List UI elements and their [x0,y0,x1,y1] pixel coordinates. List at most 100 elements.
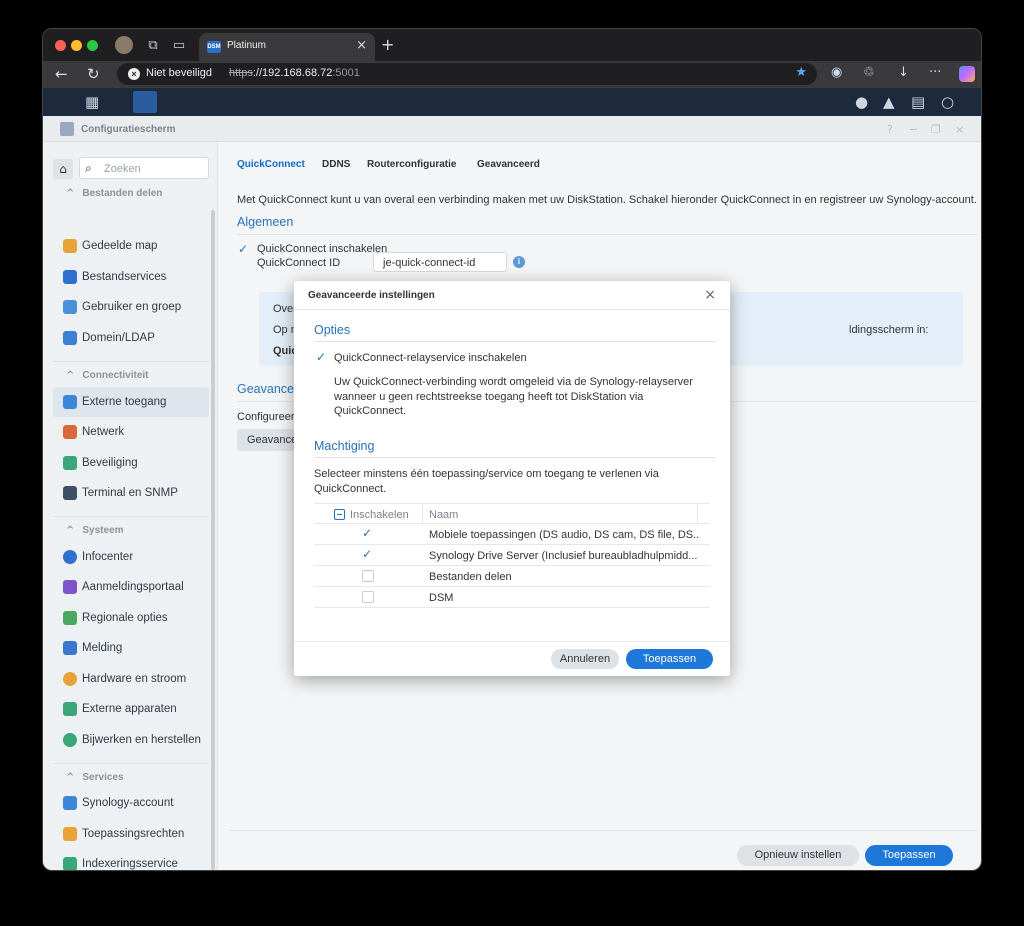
home-icon[interactable]: ⌂ [53,159,73,179]
permission-description-line2: QuickConnect. [314,482,387,495]
relay-description-line1: Uw QuickConnect-verbinding wordt omgelei… [334,376,693,388]
tab-geavanceerd[interactable]: Geavanceerd [477,159,540,170]
advanced-settings-button[interactable]: Geavance [237,429,297,451]
chevron-up-icon: ^ [66,772,75,783]
more-menu-icon[interactable]: ··· [929,65,941,80]
user-icon[interactable]: ▲ [883,93,895,111]
dialog-header-divider [294,309,730,310]
sidebar-item-regionale-opties[interactable]: Regionale opties [53,603,209,633]
downloads-icon[interactable]: ↓ [898,65,909,80]
chevron-up-icon: ^ [66,525,75,536]
sidebar-item-melding[interactable]: Melding [53,633,209,663]
table-row[interactable]: DSM [314,587,710,608]
security-warning[interactable]: Niet beveiligd [146,67,212,79]
select-all-checkbox[interactable] [334,509,345,520]
restore-icon[interactable]: ❐ [931,123,941,136]
section-systeem[interactable]: ^ Systeem [66,525,124,536]
profile-avatar[interactable] [115,36,133,54]
favorite-star-icon[interactable]: ★ [795,65,807,80]
dialog-apply-button[interactable]: Toepassen [626,649,713,669]
reset-button[interactable]: Opnieuw instellen [737,845,859,866]
relay-service-checkbox[interactable]: ✓ [316,351,328,363]
tab-actions-icon[interactable]: ▭ [171,38,187,54]
apply-button[interactable]: Toepassen [865,845,953,866]
back-arrow-icon[interactable]: ← [55,65,68,83]
dialog-title: Geavanceerde instellingen [308,290,435,301]
search-input[interactable]: ⌕ Zoeken [79,157,209,179]
sidebar-item-indexeringsservice[interactable]: Indexeringsservice [53,849,209,870]
quickconnect-id-value: je-quick-connect-id [383,257,476,269]
tab-quickconnect[interactable]: QuickConnect [237,159,305,170]
sidebar-item-gedeelde-map[interactable]: Gedeelde map [53,231,209,261]
table-row[interactable]: ✓ Synology Drive Server (Inclusief burea… [314,545,710,566]
widgets-icon[interactable]: ▤ [911,93,925,111]
chat-icon[interactable]: ● [855,93,868,111]
sidebar-scrollbar[interactable] [211,210,215,870]
sidebar-item-externe-toegang[interactable]: Externe toegang [53,387,209,417]
quickconnect-description: Met QuickConnect kunt u van overal een v… [237,194,977,206]
reload-icon[interactable]: ↻ [87,65,100,83]
browser-tab[interactable]: DSM Platinum × [199,33,375,61]
close-window-button[interactable] [55,40,66,51]
regional-options-icon [63,611,77,625]
row-checkbox[interactable] [362,570,374,582]
quickconnect-id-input[interactable]: je-quick-connect-id [373,252,507,272]
chevron-up-icon: ^ [66,188,75,199]
zoom-window-button[interactable] [87,40,98,51]
dialog-close-icon[interactable]: × [704,287,716,303]
info-icon [63,550,77,564]
external-access-icon [63,395,77,409]
indexing-icon [63,857,77,870]
copilot-icon[interactable] [959,66,975,82]
new-tab-icon[interactable]: + [381,35,394,54]
cancel-button[interactable]: Annuleren [551,649,619,669]
url-field[interactable]: × Niet beveiligd https://192.168.68.72:5… [117,63,817,85]
sidebar-item-synology-account[interactable]: Synology-account [53,788,209,818]
url-scheme: https [229,67,253,79]
extension-icon[interactable]: ◉ [831,65,842,80]
row-checkbox[interactable] [362,591,374,603]
extensions-puzzle-icon[interactable]: ♲ [863,65,875,80]
sidebar-item-beveiliging[interactable]: Beveiliging [53,448,209,478]
search-icon[interactable]: ○ [941,93,954,111]
advanced-heading: Geavancee [237,382,301,396]
sidebar-item-netwerk[interactable]: Netwerk [53,417,209,447]
update-icon [63,733,77,747]
col-enable[interactable]: Inschakelen [314,504,423,525]
sidebar-item-domein-ldap[interactable]: Domein/LDAP [53,323,209,353]
main-menu-icon[interactable]: ▦ [85,93,99,111]
section-services[interactable]: ^ Services [66,772,124,783]
account-icon [63,796,77,810]
row-checkbox-checked[interactable]: ✓ [362,527,374,539]
window-title: Configuratiescherm [81,124,176,135]
sidebar-item-toepassingsrechten[interactable]: Toepassingsrechten [53,819,209,849]
sidebar-item-infocenter[interactable]: Infocenter [53,542,209,572]
help-icon[interactable]: ? [887,123,893,136]
enable-quickconnect-checkbox[interactable]: ✓ [238,243,250,255]
table-row[interactable]: ✓ Mobiele toepassingen (DS audio, DS cam… [314,524,710,545]
tab-close-icon[interactable]: × [356,38,367,53]
close-icon[interactable]: × [955,123,964,136]
workspaces-icon[interactable]: ⧉ [145,38,161,54]
sidebar-item-terminal-snmp[interactable]: Terminal en SNMP [53,478,209,508]
tab-routerconfiguratie[interactable]: Routerconfiguratie [367,159,456,170]
section-bestanden-delen[interactable]: ^ Bestanden delen [66,188,162,199]
minimize-window-button[interactable] [71,40,82,51]
minimize-icon[interactable]: − [909,123,918,136]
permission-description-line1: Selecteer minstens één toepassing/servic… [314,468,659,480]
sidebar-item-gebruiker-en-groep[interactable]: Gebruiker en groep [53,292,209,322]
sidebar-item-aanmeldingsportaal[interactable]: Aanmeldingsportaal [53,572,209,602]
sidebar-item-externe-apparaten[interactable]: Externe apparaten [53,694,209,724]
table-row[interactable]: Bestanden delen [314,566,710,587]
section-connectiviteit[interactable]: ^ Connectiviteit [66,370,149,381]
row-checkbox-checked[interactable]: ✓ [362,548,374,560]
sidebar-item-bestandservices[interactable]: Bestandservices [53,262,209,292]
tab-ddns[interactable]: DDNS [322,159,350,170]
dialog-footer-divider [294,641,730,642]
control-panel-taskbar-icon[interactable] [133,91,157,113]
sidebar-divider [53,516,209,517]
sidebar-item-bijwerken-herstellen[interactable]: Bijwerken en herstellen [53,725,209,755]
info-icon[interactable]: i [513,256,525,268]
col-name[interactable]: Naam [424,504,698,525]
sidebar-item-hardware-stroom[interactable]: Hardware en stroom [53,664,209,694]
